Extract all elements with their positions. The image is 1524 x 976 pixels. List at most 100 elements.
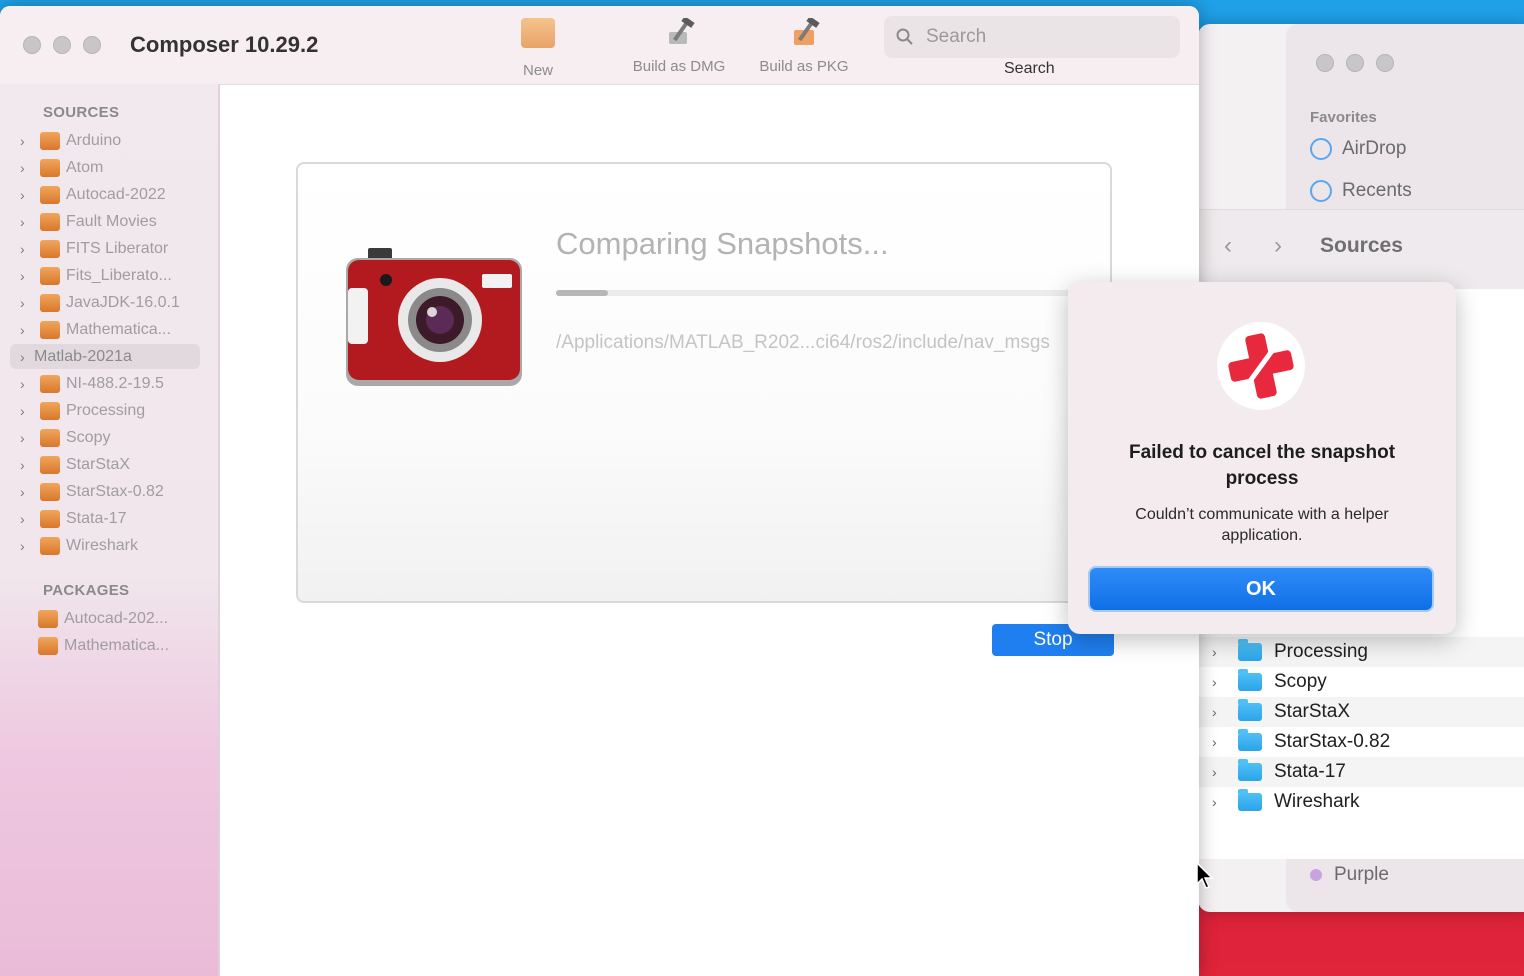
list-item[interactable]: › StarStaX	[1198, 697, 1524, 727]
package-icon	[40, 509, 60, 528]
chevron-right-icon[interactable]: ›	[1212, 764, 1226, 780]
package-icon	[38, 609, 58, 628]
chevron-right-icon[interactable]: ›	[1212, 644, 1226, 660]
list-item[interactable]: › Processing	[1198, 637, 1524, 667]
list-item[interactable]: › Wireshark	[1198, 787, 1524, 817]
sidebar-item-label: Fits_Liberato...	[66, 266, 172, 284]
sidebar-item-source[interactable]: › Stata-17	[18, 506, 200, 531]
package-icon	[40, 212, 60, 231]
sidebar-item-source[interactable]: › Fits_Liberato...	[18, 263, 200, 288]
sidebar-item-package[interactable]: Mathematica...	[38, 633, 169, 658]
list-item[interactable]: › Stata-17	[1198, 757, 1524, 787]
chevron-right-icon[interactable]: ›	[20, 214, 32, 230]
sidebar-item-label: NI-488.2-19.5	[66, 374, 164, 392]
sidebar-item-package[interactable]: Autocad-202...	[38, 606, 168, 631]
new-button[interactable]: New	[508, 14, 568, 79]
zoom-button[interactable]	[83, 36, 101, 54]
package-icon	[40, 239, 60, 258]
chevron-right-icon[interactable]: ›	[1212, 674, 1226, 690]
finder-minimize-button[interactable]	[1346, 54, 1364, 72]
sidebar-item-source[interactable]: › Scopy	[18, 425, 200, 450]
search-input[interactable]	[924, 25, 1168, 49]
sidebar-item-source[interactable]: › JavaJDK-16.0.1	[18, 290, 200, 315]
chevron-right-icon[interactable]: ›	[20, 403, 32, 419]
sidebar-item-airdrop[interactable]: AirDrop	[1310, 138, 1406, 160]
chevron-right-icon[interactable]: ›	[20, 295, 32, 311]
progress-bar	[556, 290, 1076, 296]
sidebar-item-source[interactable]: › StarStax-0.82	[18, 479, 200, 504]
sidebar-item-label: StarStax-0.82	[66, 482, 164, 500]
minimize-button[interactable]	[53, 36, 71, 54]
sidebar-item-recents[interactable]: Recents	[1310, 180, 1412, 202]
sidebar-item-source[interactable]: › Processing	[18, 398, 200, 423]
progress-panel: Comparing Snapshots... /Applications/MAT…	[296, 162, 1112, 603]
build-dmg-label: Build as DMG	[632, 58, 726, 75]
chevron-right-icon[interactable]: ›	[20, 376, 32, 392]
jamf-error-icon	[1228, 333, 1294, 399]
chevron-right-icon[interactable]: ›	[20, 160, 32, 176]
chevron-right-icon[interactable]: ›	[20, 484, 32, 500]
new-button-label: New	[522, 62, 553, 79]
sidebar-item-label: Recents	[1342, 180, 1412, 201]
sidebar-item-source[interactable]: › Atom	[18, 155, 200, 180]
purple-tag-dot-icon	[1310, 869, 1322, 881]
finder-toolbar: ‹ › Sources	[1198, 209, 1524, 290]
package-icon	[40, 185, 60, 204]
chevron-right-icon[interactable]: ›	[20, 187, 32, 203]
tag-label: Purple	[1334, 864, 1389, 885]
sidebar-item-label: Mathematica...	[66, 320, 171, 338]
sidebar-item-source[interactable]: › Fault Movies	[18, 209, 200, 234]
favorites-label: Favorites	[1310, 109, 1377, 126]
build-pkg-button[interactable]: Build as PKG	[750, 14, 858, 75]
build-dmg-button[interactable]: Build as DMG	[624, 14, 734, 75]
package-icon	[40, 158, 60, 177]
chevron-right-icon[interactable]: ›	[20, 457, 32, 473]
chevron-right-icon[interactable]: ›	[20, 349, 32, 365]
sources-sidebar: SOURCES › Arduino › Atom › Autocad-2022 › Fa…	[0, 84, 220, 976]
sidebar-item-source[interactable]: › Arduino	[18, 128, 200, 153]
chevron-right-icon[interactable]: ›	[1212, 794, 1226, 810]
title-bar: Composer 10.29.2 New Build as DMG Build …	[0, 6, 1199, 85]
sidebar-item-source[interactable]: › Mathematica...	[18, 317, 200, 342]
progress-path: /Applications/MATLAB_R202...ci64/ros2/in…	[556, 332, 1050, 353]
chevron-right-icon[interactable]: ›	[20, 133, 32, 149]
list-item[interactable]: › Scopy	[1198, 667, 1524, 697]
sidebar-item-source[interactable]: › StarStaX	[18, 452, 200, 477]
sidebar-item-label: Mathematica...	[64, 636, 169, 654]
ok-button[interactable]: OK	[1088, 566, 1434, 612]
sidebar-item-source[interactable]: › FITS Liberator	[18, 236, 200, 261]
chevron-right-icon[interactable]: ›	[20, 511, 32, 527]
chevron-right-icon[interactable]: ›	[1212, 704, 1226, 720]
sidebar-item-source-selected[interactable]: › Matlab-2021a	[10, 344, 200, 369]
chevron-right-icon[interactable]: ›	[1212, 734, 1226, 750]
clock-icon	[1310, 180, 1332, 202]
sidebar-tag-purple[interactable]: Purple	[1310, 864, 1389, 886]
close-button[interactable]	[23, 36, 41, 54]
progress-bar-fill	[556, 290, 608, 296]
sidebar-item-label: Autocad-202...	[64, 609, 169, 627]
sidebar-item-source[interactable]: › Autocad-2022	[18, 182, 200, 207]
folder-icon	[1238, 639, 1262, 661]
package-icon	[40, 428, 60, 447]
chevron-right-icon[interactable]: ›	[20, 538, 32, 554]
finder-close-button[interactable]	[1316, 54, 1334, 72]
package-icon	[40, 293, 60, 312]
chevron-right-icon[interactable]: ›	[20, 241, 32, 257]
package-icon	[40, 266, 60, 285]
sidebar-item-source[interactable]: › NI-488.2-19.5	[18, 371, 200, 396]
airdrop-icon	[1310, 138, 1332, 160]
package-icon	[40, 320, 60, 339]
forward-chevron-icon[interactable]: ›	[1274, 232, 1282, 260]
chevron-right-icon[interactable]: ›	[20, 322, 32, 338]
chevron-right-icon[interactable]: ›	[20, 268, 32, 284]
back-chevron-icon[interactable]: ‹	[1224, 232, 1232, 260]
sidebar-item-label: Arduino	[66, 131, 122, 149]
sidebar-item-source[interactable]: › Wireshark	[18, 533, 200, 558]
folder-icon	[1238, 759, 1262, 781]
folder-icon	[1238, 789, 1262, 811]
list-item[interactable]: › StarStax-0.82	[1198, 727, 1524, 757]
search-field[interactable]	[884, 16, 1180, 58]
finder-zoom-button[interactable]	[1376, 54, 1394, 72]
hammer-package-icon	[794, 18, 820, 45]
chevron-right-icon[interactable]: ›	[20, 430, 32, 446]
